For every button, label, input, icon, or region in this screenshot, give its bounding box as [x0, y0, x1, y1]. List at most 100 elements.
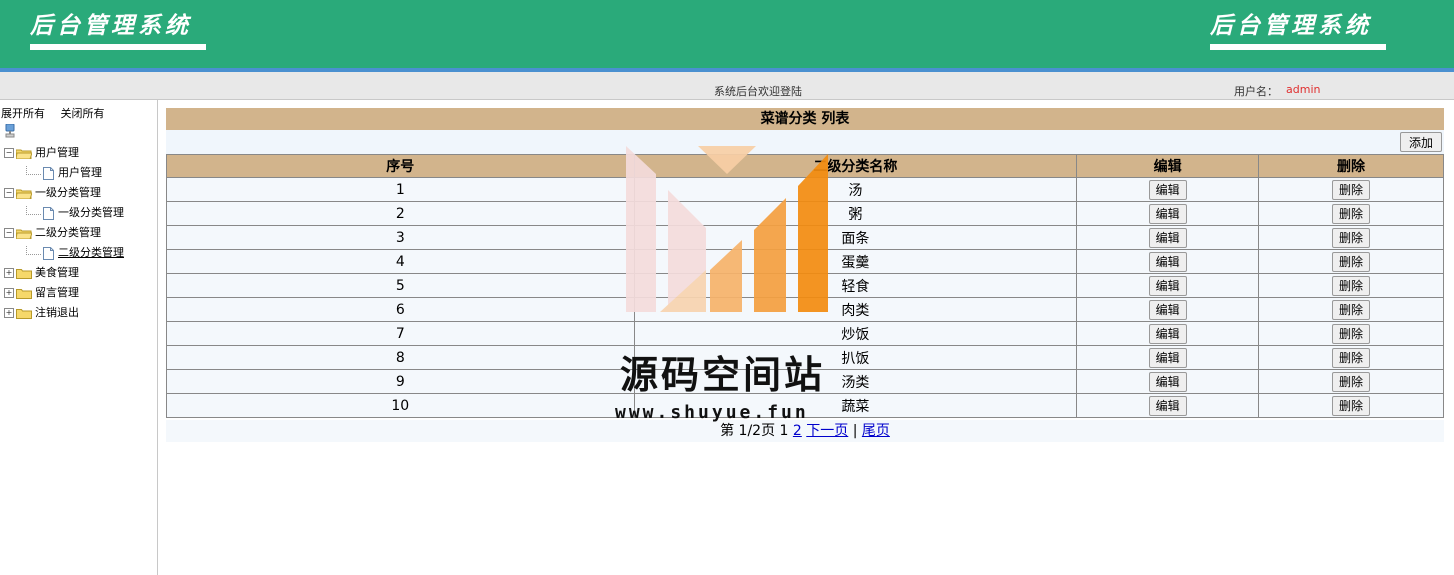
expand-toggle-icon[interactable]: +	[4, 308, 14, 318]
delete-button[interactable]: 删除	[1332, 275, 1371, 296]
logo-right: 后台管理系统	[1210, 12, 1372, 39]
list-title: 菜谱分类 列表	[166, 108, 1444, 130]
table-row: 2 粥 编辑 删除	[166, 201, 1444, 226]
collapse-toggle-icon[interactable]: −	[4, 188, 14, 198]
delete-button[interactable]: 删除	[1332, 323, 1371, 344]
tree-folder-label: 美食管理	[35, 266, 79, 279]
row-index: 9	[166, 369, 635, 394]
delete-button[interactable]: 删除	[1332, 371, 1371, 392]
tree-folder-category1[interactable]: − 一级分类管理	[4, 185, 101, 201]
row-category-name: 面条	[633, 225, 1078, 250]
row-edit-cell: 编辑	[1076, 393, 1260, 418]
row-category-name: 轻食	[633, 273, 1078, 298]
table-header-row: 序号 二级分类名称 编辑 删除	[166, 154, 1444, 178]
watermark-url: www.shuyue.fun	[615, 402, 809, 423]
page-icon	[43, 166, 54, 180]
row-category-name: 粥	[633, 201, 1078, 226]
tree-item-label: 用户管理	[58, 166, 102, 179]
page-icon	[43, 246, 54, 260]
delete-button[interactable]: 删除	[1332, 203, 1371, 224]
row-delete-cell: 删除	[1258, 345, 1444, 370]
row-delete-cell: 删除	[1258, 297, 1444, 322]
row-edit-cell: 编辑	[1076, 249, 1260, 274]
edit-button[interactable]: 编辑	[1148, 275, 1187, 296]
table-row: 6 肉类 编辑 删除	[166, 297, 1444, 322]
row-edit-cell: 编辑	[1076, 273, 1260, 298]
tree-controls: 展开所有 关闭所有	[1, 105, 117, 121]
expand-toggle-icon[interactable]: +	[4, 268, 14, 278]
row-edit-cell: 编辑	[1076, 201, 1260, 226]
row-category-name: 炒饭	[633, 321, 1078, 346]
tree-folder-category2[interactable]: − 二级分类管理	[4, 225, 101, 241]
row-delete-cell: 删除	[1258, 393, 1444, 418]
expand-toggle-icon[interactable]: +	[4, 288, 14, 298]
row-delete-cell: 删除	[1258, 201, 1444, 226]
tree-folder-logout[interactable]: + 注销退出	[4, 305, 79, 321]
row-delete-cell: 删除	[1258, 249, 1444, 274]
row-edit-cell: 编辑	[1076, 177, 1260, 202]
delete-button[interactable]: 删除	[1332, 347, 1371, 368]
table-row: 5 轻食 编辑 删除	[166, 273, 1444, 298]
folder-icon	[16, 308, 32, 319]
pager-page-2-link[interactable]: 2	[793, 423, 802, 439]
tree-folder-food[interactable]: + 美食管理	[4, 265, 79, 281]
row-index: 5	[166, 273, 635, 298]
page-icon	[43, 206, 54, 220]
table-row: 3 面条 编辑 删除	[166, 225, 1444, 250]
username-label: 用户名：	[1234, 85, 1278, 98]
delete-button[interactable]: 删除	[1332, 251, 1371, 272]
logo-underline-right	[1210, 44, 1386, 50]
add-button[interactable]: 添加	[1399, 132, 1442, 152]
watermark-title: 源码空间站	[620, 353, 826, 397]
username-value: admin	[1286, 83, 1321, 96]
row-edit-cell: 编辑	[1076, 345, 1260, 370]
table-row: 1 汤 编辑 删除	[166, 177, 1444, 202]
pager-last-link[interactable]: 尾页	[862, 423, 890, 439]
tree-folder-label: 用户管理	[35, 146, 79, 159]
delete-button[interactable]: 删除	[1332, 299, 1371, 320]
tree-folder-message[interactable]: + 留言管理	[4, 285, 79, 301]
tree-folder-label: 注销退出	[35, 306, 79, 319]
edit-button[interactable]: 编辑	[1148, 371, 1187, 392]
edit-button[interactable]: 编辑	[1148, 347, 1187, 368]
edit-button[interactable]: 编辑	[1148, 179, 1187, 200]
delete-button[interactable]: 删除	[1332, 179, 1371, 200]
row-index: 10	[166, 393, 635, 418]
pager-next-link[interactable]: 下一页	[806, 423, 848, 439]
tree-folder-user[interactable]: − 用户管理	[4, 145, 79, 161]
pagination: 第 1/2页 1 2 下一页 | 尾页	[166, 420, 1444, 442]
row-delete-cell: 删除	[1258, 369, 1444, 394]
table-row: 7 炒饭 编辑 删除	[166, 321, 1444, 346]
collapse-toggle-icon[interactable]: −	[4, 148, 14, 158]
edit-button[interactable]: 编辑	[1148, 395, 1187, 416]
row-category-name: 肉类	[633, 297, 1078, 322]
delete-button[interactable]: 删除	[1332, 395, 1371, 416]
tree-item-label: 一级分类管理	[58, 206, 124, 219]
edit-button[interactable]: 编辑	[1148, 227, 1187, 248]
folder-open-icon	[16, 189, 32, 199]
logo-underline-left	[30, 44, 206, 50]
column-header-delete: 删除	[1258, 154, 1444, 178]
row-edit-cell: 编辑	[1076, 225, 1260, 250]
row-index: 2	[166, 201, 635, 226]
tree-item-category1[interactable]: 一级分类管理	[0, 205, 124, 221]
edit-button[interactable]: 编辑	[1148, 323, 1187, 344]
row-index: 4	[166, 249, 635, 274]
column-header-index: 序号	[166, 154, 635, 178]
row-edit-cell: 编辑	[1076, 321, 1260, 346]
folder-open-icon	[16, 149, 32, 159]
tree-item-user[interactable]: 用户管理	[0, 165, 102, 181]
folder-icon	[16, 288, 32, 299]
expand-all-link[interactable]: 展开所有	[1, 107, 45, 120]
row-category-name: 蛋羹	[633, 249, 1078, 274]
edit-button[interactable]: 编辑	[1148, 203, 1187, 224]
tree-item-category2[interactable]: 二级分类管理	[0, 245, 124, 261]
collapse-all-link[interactable]: 关闭所有	[61, 107, 105, 120]
delete-button[interactable]: 删除	[1332, 227, 1371, 248]
row-index: 6	[166, 297, 635, 322]
edit-button[interactable]: 编辑	[1148, 251, 1187, 272]
tree-item-label-active: 二级分类管理	[58, 246, 124, 259]
edit-button[interactable]: 编辑	[1148, 299, 1187, 320]
logo-left: 后台管理系统	[30, 12, 192, 39]
collapse-toggle-icon[interactable]: −	[4, 228, 14, 238]
